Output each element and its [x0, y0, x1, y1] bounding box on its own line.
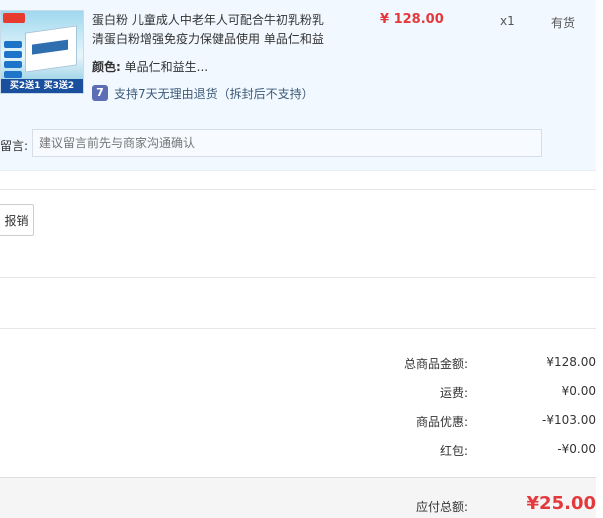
stock-status: 有货 — [551, 16, 576, 30]
promo-banner: 买2送1 买3送2 — [1, 79, 83, 93]
brand-logo-icon — [3, 13, 25, 23]
section-divider — [0, 277, 596, 278]
return-policy: 7 支持7天无理由退货（拆封后不支持） — [92, 84, 314, 102]
total-amount: ¥25.00 — [526, 493, 596, 514]
summary-row-goods-total: 总商品金额: ¥128.00 — [300, 355, 596, 375]
product-quantity: x1 — [500, 14, 515, 28]
note-input[interactable] — [32, 129, 542, 157]
note-label: 留言: — [0, 139, 29, 153]
summary-label: 总商品金额: — [403, 357, 468, 371]
invoice-button[interactable]: 报销 — [0, 204, 34, 236]
summary-label: 商品优惠: — [415, 415, 468, 429]
color-label: 颜色: — [92, 60, 121, 74]
product-title-link[interactable]: 蛋白粉 儿童成人中老年人可配合牛初乳粉乳清蛋白粉增强免疫力保健品使用 单品仁和益 — [92, 11, 332, 49]
summary-value: ¥0.00 — [561, 384, 596, 398]
seven-day-return-icon: 7 — [92, 85, 108, 101]
product-thumbnail[interactable]: 买2送1 买3送2 — [0, 10, 84, 94]
section-divider — [0, 189, 596, 190]
product-item-panel: 买2送1 买3送2 蛋白粉 儿童成人中老年人可配合牛初乳粉乳清蛋白粉增强免疫力保… — [0, 0, 596, 171]
summary-row-discount: 商品优惠: -¥103.00 — [300, 413, 596, 433]
product-color: 颜色: 单品仁和益生... — [92, 58, 208, 75]
summary-value: -¥103.00 — [542, 413, 596, 427]
summary-row-red-packet: 红包: -¥0.00 — [300, 442, 596, 462]
summary-label: 运费: — [439, 386, 468, 400]
summary-label: 红包: — [439, 444, 468, 458]
product-box-icon — [25, 25, 77, 73]
total-label: 应付总额: — [415, 500, 468, 514]
return-policy-text: 支持7天无理由退货（拆封后不支持） — [114, 86, 314, 101]
summary-value: ¥128.00 — [546, 355, 596, 369]
product-price: ¥ 128.00 — [380, 12, 444, 27]
color-value: 单品仁和益生... — [124, 60, 209, 74]
section-divider — [0, 328, 596, 329]
feature-tags-icon — [4, 41, 22, 81]
summary-value: -¥0.00 — [557, 442, 596, 456]
summary-row-shipping: 运费: ¥0.00 — [300, 384, 596, 404]
total-payable-bar: 应付总额: ¥25.00 — [0, 477, 596, 518]
